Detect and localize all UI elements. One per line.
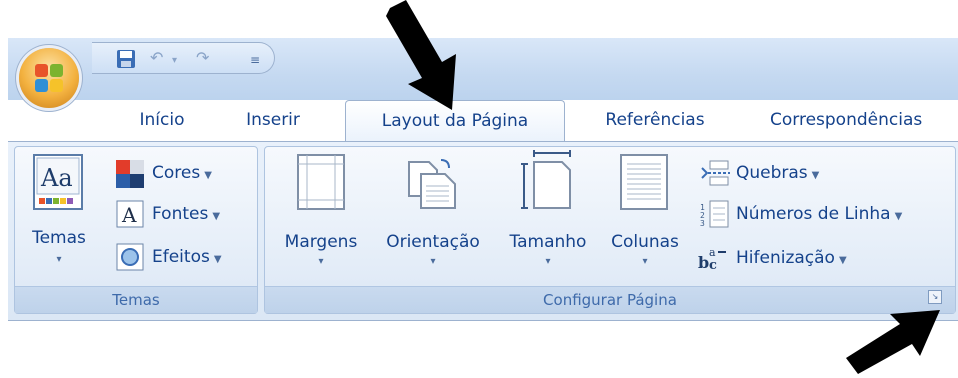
svg-text:A: A: [121, 203, 137, 227]
orientacao-label[interactable]: Orientação: [374, 232, 492, 252]
quebras-label: Quebras: [736, 163, 808, 183]
hifenizacao-label: Hifenização: [736, 248, 835, 268]
annotation-arrow-down-icon: [372, 0, 472, 114]
undo-dropdown-icon[interactable]: ▾: [172, 52, 177, 70]
group-temas-label: Temas: [15, 286, 257, 313]
redo-icon[interactable]: ↷: [196, 49, 209, 67]
orientacao-dropdown-icon[interactable]: ▾: [374, 256, 492, 267]
chevron-down-icon: ▼: [811, 170, 820, 181]
cores-label: Cores: [152, 163, 201, 183]
margins-icon[interactable]: [297, 154, 345, 214]
size-icon[interactable]: [520, 150, 576, 216]
svg-text:c: c: [709, 258, 717, 272]
customize-qat-icon[interactable]: ≡: [250, 51, 260, 69]
colors-icon: [116, 160, 144, 192]
columns-icon[interactable]: [620, 154, 668, 214]
office-button[interactable]: [19, 48, 79, 108]
effects-icon: [116, 243, 144, 275]
group-configurar-pagina: Configurar Página: [264, 146, 956, 314]
temas-dropdown-icon[interactable]: ▾: [30, 254, 88, 265]
svg-text:3: 3: [700, 219, 705, 228]
fonts-icon: A: [116, 200, 144, 232]
svg-text:Aa: Aa: [40, 164, 73, 192]
chevron-down-icon: ▼: [894, 211, 903, 222]
tab-referencias[interactable]: Referências: [590, 100, 720, 140]
fontes-label: Fontes: [152, 204, 209, 224]
chevron-down-icon: ▼: [213, 254, 222, 265]
hifenizacao-button[interactable]: Hifenização ▼: [736, 245, 847, 271]
efeitos-button[interactable]: Efeitos ▼: [152, 244, 222, 270]
undo-icon[interactable]: ↶: [150, 49, 163, 67]
margens-label[interactable]: Margens: [272, 232, 370, 252]
margens-dropdown-icon[interactable]: ▾: [272, 256, 370, 267]
numeros-de-linha-button[interactable]: Números de Linha ▼: [736, 201, 902, 227]
office-logo-icon: [35, 64, 63, 92]
svg-text:b: b: [698, 253, 709, 272]
annotation-arrow-up-icon: [842, 300, 958, 378]
chevron-down-icon: ▼: [212, 211, 221, 222]
chevron-down-icon: ▼: [204, 170, 212, 181]
tab-inicio[interactable]: Início: [126, 100, 198, 140]
colunas-dropdown-icon[interactable]: ▾: [602, 256, 688, 267]
efeitos-label: Efeitos: [152, 247, 210, 267]
temas-button-label[interactable]: Temas: [30, 228, 88, 248]
hyphenation-icon: b a c: [698, 244, 732, 276]
orientation-icon[interactable]: [405, 156, 461, 216]
fontes-button[interactable]: Fontes ▼: [152, 201, 220, 227]
quick-access-toolbar: ↶ ▾ ↷ ≡: [92, 42, 275, 74]
tab-inserir[interactable]: Inserir: [236, 100, 310, 140]
tab-correspondencias[interactable]: Correspondências: [770, 100, 958, 140]
numeros-de-linha-label: Números de Linha: [736, 204, 891, 224]
themes-icon[interactable]: Aa: [33, 154, 83, 214]
cores-button[interactable]: Cores ▼: [152, 160, 212, 186]
tamanho-dropdown-icon[interactable]: ▾: [496, 256, 600, 267]
breaks-icon: [700, 160, 730, 190]
quebras-button[interactable]: Quebras ▼: [736, 160, 819, 186]
colunas-label[interactable]: Colunas: [602, 232, 688, 252]
save-icon[interactable]: [116, 49, 136, 73]
tamanho-label[interactable]: Tamanho: [496, 232, 600, 252]
line-numbers-icon: 1 2 3: [700, 200, 730, 232]
chevron-down-icon: ▼: [838, 255, 847, 266]
